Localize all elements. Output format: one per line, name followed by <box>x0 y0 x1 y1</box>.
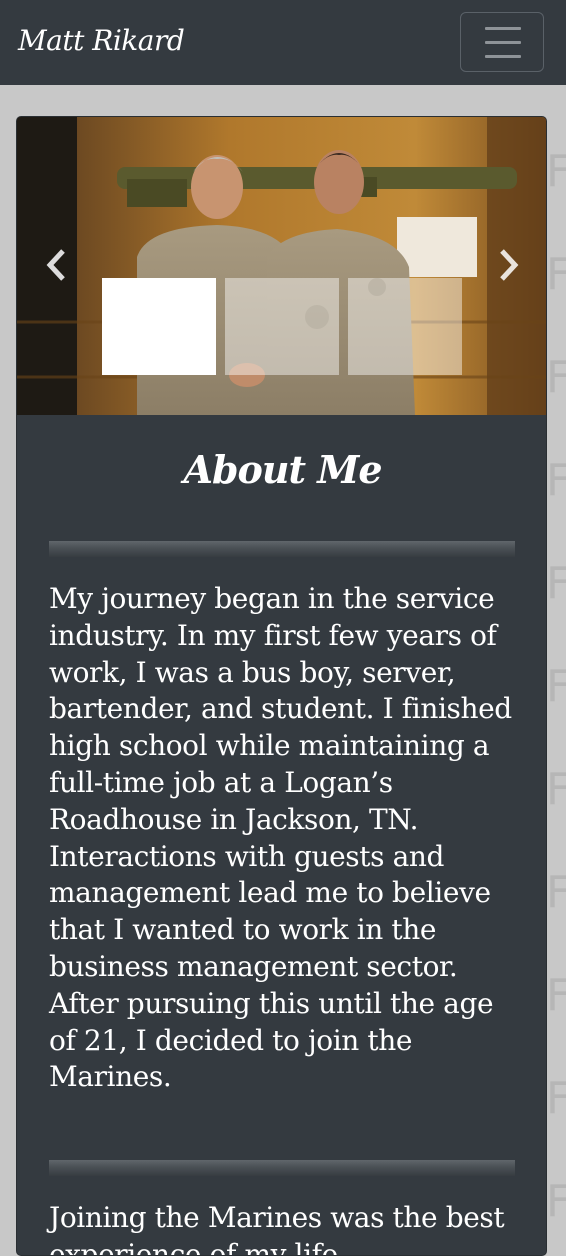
about-paragraph-1: My journey began in the service industry… <box>49 582 512 1094</box>
background-pattern: FFFFF FFFFFF <box>546 146 566 1227</box>
carousel-indicator-2[interactable] <box>225 278 339 375</box>
about-title: About Me <box>183 447 382 492</box>
carousel-indicator-1[interactable] <box>102 278 216 375</box>
chevron-left-icon <box>46 249 65 281</box>
about-paragraph-2: Joining the Marines was the best experie… <box>49 1201 505 1256</box>
navbar: Matt Rikard <box>0 0 566 85</box>
about-card: About Me My journey began in the service… <box>16 116 547 1256</box>
brand-logo[interactable]: Matt Rikard <box>18 24 185 57</box>
carousel-next-button[interactable] <box>494 245 524 285</box>
carousel-prev-button[interactable] <box>41 245 71 285</box>
photo-carousel <box>17 117 546 415</box>
section-divider <box>49 541 515 557</box>
chevron-right-icon <box>500 249 519 281</box>
carousel-indicator-3[interactable] <box>348 278 462 375</box>
section-divider <box>49 1160 515 1176</box>
menu-toggle-button[interactable] <box>460 12 544 72</box>
